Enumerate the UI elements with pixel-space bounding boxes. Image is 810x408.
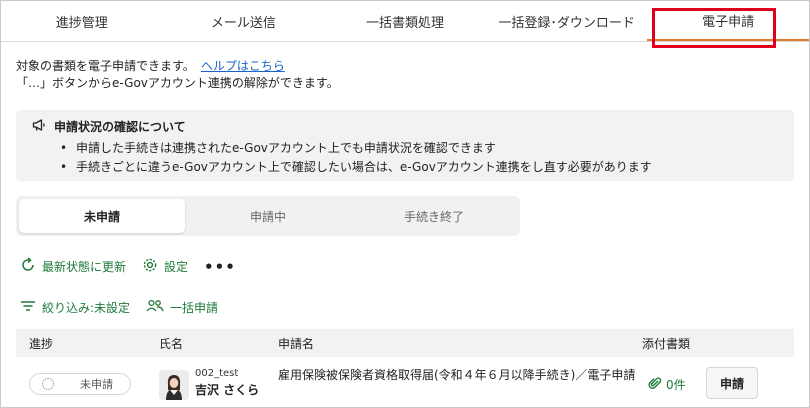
refresh-icon [20,257,42,276]
more-options-button[interactable]: ••• [204,258,236,276]
filter-button[interactable]: 絞り込み:未設定 [20,299,130,316]
bulk-apply-button[interactable]: 一括申請 [146,299,218,316]
notice-item: 手続きごとに違うe-Govアカウント上で確認したい場合は、e-Govアカウント連… [60,158,778,177]
megaphone-icon [32,118,54,135]
notice-list: 申請した手続きは連携されたe-Govアカウント上でも申請状況を確認できます 手続… [60,139,778,177]
status-segmented-control: 未申請 申請中 手続き終了 [16,196,520,236]
intro-line1: 対象の書類を電子申請できます。 [16,59,195,73]
tab-mail[interactable]: メール送信 [163,1,325,41]
apply-button[interactable]: 申請 [706,367,758,399]
segment-completed[interactable]: 手続き終了 [351,199,517,233]
intro-line2: 「…」ボタンからe-Govアカウント連携の解除ができます。 [16,76,339,90]
tab-bulk-documents[interactable]: 一括書類処理 [324,1,486,41]
tab-progress[interactable]: 進捗管理 [1,1,163,41]
header-application: 申請名 [278,336,315,351]
attachments-link[interactable]: 0件 [648,376,686,393]
settings-label: 設定 [164,260,189,274]
segment-not-applied[interactable]: 未申請 [19,199,185,233]
gear-icon [142,257,164,276]
notice-item: 申請した手続きは連携されたe-Govアカウント上でも申請状況を確認できます [60,139,778,158]
toolbar-row-2: 絞り込み:未設定 一括申請 [20,299,234,316]
status-label: 未申請 [80,378,113,391]
tab-bulk-register-download[interactable]: 一括登録･ダウンロード [486,1,648,41]
segment-in-progress[interactable]: 申請中 [185,199,351,233]
table-row[interactable]: 未申請 002_test 吉沢 さくら 雇用保険被保険者資格取得届(令和４年６月… [16,358,794,407]
header-progress: 進捗 [29,336,54,351]
attachments-count: 0件 [666,378,686,392]
highlight-box [652,8,776,48]
employee-name: 吉沢 さくら [195,383,260,397]
refresh-button[interactable]: 最新状態に更新 [20,257,126,276]
notice-box: 申請状況の確認について 申請した手続きは連携されたe-Govアカウント上でも申請… [16,110,794,181]
filter-label: 絞り込み:未設定 [42,301,131,315]
notice-title-row: 申請状況の確認について [32,118,778,134]
app-frame: 進捗管理 メール送信 一括書類処理 一括登録･ダウンロード 電子申請 対象の書類… [0,0,810,408]
employee-id: 002_test [195,368,239,379]
toolbar-row-1: 最新状態に更新 設定 ••• [20,257,236,276]
application-name: 雇用保険被保険者資格取得届(令和４年６月以降手続き)／電子申請 [278,368,636,382]
intro-text: 対象の書類を電子申請できます。 ヘルプはこちら 「…」ボタンからe-Govアカウン… [16,58,339,92]
users-icon [146,299,170,316]
paperclip-icon [648,376,666,393]
status-badge: 未申請 [29,373,131,395]
settings-button[interactable]: 設定 [142,257,188,276]
avatar [159,370,189,400]
header-name: 氏名 [159,336,184,351]
pending-icon [42,378,54,390]
refresh-label: 最新状態に更新 [42,260,127,274]
bulk-apply-label: 一括申請 [170,301,219,315]
help-link[interactable]: ヘルプはこちら [201,59,285,73]
filter-icon [20,299,42,316]
table-header: 進捗 氏名 申請名 添付書類 [16,329,794,357]
header-attachments: 添付書類 [642,336,691,351]
notice-title: 申請状況の確認について [54,119,186,134]
